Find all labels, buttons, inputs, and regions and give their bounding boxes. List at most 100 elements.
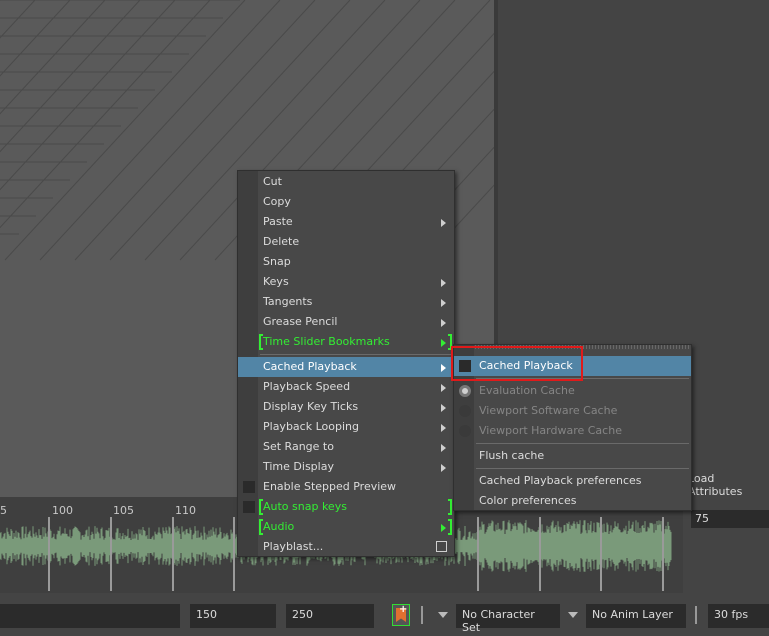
menu-item-label: Tangents — [263, 295, 313, 308]
time-tick — [662, 517, 664, 591]
menu-item-label: Viewport Hardware Cache — [479, 424, 622, 437]
range-start-field[interactable]: 150 — [190, 604, 276, 628]
time-tick — [539, 517, 541, 591]
menu-item-grease-pencil[interactable]: Grease Pencil — [238, 312, 454, 332]
submenu-arrow-icon — [441, 444, 446, 452]
submenu-arrow-icon — [441, 464, 446, 472]
menu-item-label: Viewport Software Cache — [479, 404, 618, 417]
submenu-item-viewport-software-cache[interactable]: Viewport Software Cache — [454, 401, 691, 421]
annotation-highlight-box — [451, 346, 583, 381]
menu-item-label: Delete — [263, 235, 300, 248]
menu-item-label: Paste — [263, 215, 293, 228]
submenu-arrow-icon — [441, 219, 446, 227]
time-tick — [600, 517, 602, 591]
load-attributes-button[interactable]: Load Attributes — [688, 472, 769, 498]
menu-item-label: Cut — [263, 175, 282, 188]
submenu-arrow-icon — [441, 319, 446, 327]
menu-item-label: Set Range to — [263, 440, 334, 453]
submenu-arrow-icon — [441, 364, 446, 372]
menu-item-playback-looping[interactable]: Playback Looping — [238, 417, 454, 437]
radio-button[interactable] — [459, 425, 471, 437]
menu-item-label: Color preferences — [479, 494, 577, 507]
menu-item-cached-playback[interactable]: Cached Playback — [238, 357, 454, 377]
menu-item-audio[interactable]: Audio — [238, 517, 454, 537]
menu-item-time-display[interactable]: Time Display — [238, 457, 454, 477]
menu-item-delete[interactable]: Delete — [238, 232, 454, 252]
chevron-down-icon[interactable] — [438, 612, 448, 618]
time-tick — [172, 517, 174, 591]
submenu-item-cached-playback-preferences[interactable]: Cached Playback preferences — [454, 471, 691, 491]
menu-item-label: Auto snap keys — [263, 500, 347, 513]
fps-dropdown[interactable]: 30 fps — [708, 604, 769, 628]
radio-button[interactable] — [459, 385, 471, 397]
current-time-field[interactable]: 75 — [691, 510, 769, 528]
menu-item-label: Time Slider Bookmarks — [263, 335, 390, 348]
menu-separator — [476, 468, 689, 469]
menu-item-label: Flush cache — [479, 449, 545, 462]
menu-item-label: Display Key Ticks — [263, 400, 359, 413]
submenu-arrow-icon — [441, 279, 446, 287]
menu-item-copy[interactable]: Copy — [238, 192, 454, 212]
menu-item-playblast[interactable]: Playblast... — [238, 537, 454, 557]
menu-item-tangents[interactable]: Tangents — [238, 292, 454, 312]
menu-item-display-key-ticks[interactable]: Display Key Ticks — [238, 397, 454, 417]
submenu-arrow-icon — [441, 299, 446, 307]
menu-item-label: Playblast... — [263, 540, 324, 553]
submenu-arrow-icon — [441, 424, 446, 432]
submenu-arrow-icon — [441, 384, 446, 392]
menu-item-playback-speed[interactable]: Playback Speed — [238, 377, 454, 397]
anim-layer-dropdown[interactable]: No Anim Layer — [586, 604, 686, 628]
menu-item-label: Cached Playback — [263, 360, 357, 373]
menu-item-label: Cached Playback preferences — [479, 474, 642, 487]
checkbox[interactable] — [243, 481, 255, 493]
menu-item-label: Audio — [263, 520, 295, 533]
submenu-arrow-icon — [441, 339, 446, 347]
plus-icon: + — [399, 604, 408, 615]
radio-button[interactable] — [459, 405, 471, 417]
tick-label: 105 — [113, 504, 134, 517]
submenu-arrow-icon — [441, 524, 446, 532]
menu-item-label: Time Display — [263, 460, 334, 473]
time-slider-context-menu: Cut Copy Paste Delete Snap Keys Tangents… — [237, 170, 455, 557]
menu-item-label: Evaluation Cache — [479, 384, 575, 397]
menu-item-label: Playback Looping — [263, 420, 359, 433]
menu-item-label: Copy — [263, 195, 291, 208]
menu-item-cut[interactable]: Cut — [238, 172, 454, 192]
menu-item-keys[interactable]: Keys — [238, 272, 454, 292]
range-slider-track[interactable] — [0, 604, 180, 628]
menu-item-enable-stepped-preview[interactable]: Enable Stepped Preview — [238, 477, 454, 497]
time-tick — [110, 517, 112, 591]
menu-item-label: Enable Stepped Preview — [263, 480, 397, 493]
submenu-item-color-preferences[interactable]: Color preferences — [454, 491, 691, 511]
menu-item-set-range-to[interactable]: Set Range to — [238, 437, 454, 457]
range-end-field[interactable]: 250 — [286, 604, 374, 628]
option-box-icon[interactable] — [436, 541, 447, 552]
checkbox[interactable] — [243, 501, 255, 513]
character-set-dropdown[interactable]: No Character Set — [456, 604, 560, 634]
menu-item-auto-snap-keys[interactable]: Auto snap keys — [238, 497, 454, 517]
menu-item-label: Snap — [263, 255, 291, 268]
time-tick — [477, 517, 479, 591]
separator-handle — [694, 606, 698, 624]
tick-label: 5 — [0, 504, 7, 517]
bracket-icon — [448, 519, 452, 535]
menu-item-label: Playback Speed — [263, 380, 351, 393]
time-tick — [233, 517, 235, 591]
submenu-item-evaluation-cache[interactable]: Evaluation Cache — [454, 381, 691, 401]
tick-label: 100 — [52, 504, 73, 517]
menu-separator — [260, 354, 452, 355]
auto-key-button[interactable]: + — [392, 604, 410, 626]
submenu-arrow-icon — [441, 404, 446, 412]
menu-item-snap[interactable]: Snap — [238, 252, 454, 272]
submenu-item-flush-cache[interactable]: Flush cache — [454, 446, 691, 466]
menu-separator — [476, 443, 689, 444]
menu-item-label: Keys — [263, 275, 289, 288]
chevron-down-icon[interactable] — [568, 612, 578, 618]
separator-handle — [420, 606, 424, 624]
tick-label: 110 — [175, 504, 196, 517]
time-tick — [48, 517, 50, 591]
bracket-icon — [448, 499, 452, 515]
menu-item-paste[interactable]: Paste — [238, 212, 454, 232]
menu-item-time-slider-bookmarks[interactable]: Time Slider Bookmarks — [238, 332, 454, 352]
submenu-item-viewport-hardware-cache[interactable]: Viewport Hardware Cache — [454, 421, 691, 441]
